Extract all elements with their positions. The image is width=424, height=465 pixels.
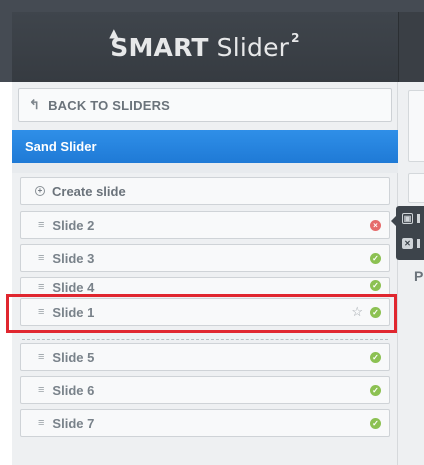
- published-check-icon[interactable]: ✓: [370, 385, 381, 396]
- slide-item[interactable]: ≡ Slide 7 ✓: [20, 409, 390, 437]
- slide-label: Slide 4: [52, 279, 95, 295]
- app-header: ▲ SMART Slider 2: [0, 0, 424, 82]
- slide-label: Slide 5: [52, 349, 95, 365]
- graduation-cap-icon: ▲: [109, 25, 119, 40]
- slide-actions-popup: ▣ ✕: [391, 206, 424, 260]
- drag-handle-icon[interactable]: ≡: [38, 281, 44, 293]
- slide-item[interactable]: ≡ Slide 3 ✓: [20, 244, 390, 272]
- back-to-sliders-label: BACK TO SLIDERS: [48, 97, 171, 113]
- slide-item[interactable]: ≡ Slide 2 ×: [20, 211, 390, 239]
- divider: [12, 163, 398, 173]
- highlight-box: [6, 294, 397, 333]
- editor-box-mid: [408, 173, 424, 203]
- published-check-icon[interactable]: ✓: [370, 280, 381, 291]
- published-check-icon[interactable]: ✓: [370, 253, 381, 264]
- drag-handle-icon[interactable]: ≡: [38, 417, 44, 429]
- drag-handle-icon[interactable]: ≡: [38, 252, 44, 264]
- smart-slider-logo: ▲ SMART Slider 2: [109, 25, 300, 62]
- logo-area: ▲ SMART Slider 2: [12, 12, 398, 82]
- panel-heading-fragment: P: [414, 268, 424, 284]
- slide-item[interactable]: ≡ Slide 6 ✓: [20, 376, 390, 404]
- slide-label: Slide 6: [52, 382, 95, 398]
- duplicate-icon[interactable]: ▣: [402, 213, 413, 224]
- published-check-icon[interactable]: ✓: [370, 352, 381, 363]
- editor-box-top: [408, 90, 424, 162]
- slide-label: Slide 3: [52, 250, 95, 266]
- create-slide-label: Create slide: [52, 183, 126, 199]
- drag-handle-icon[interactable]: ≡: [38, 351, 44, 363]
- slider-name[interactable]: Sand Slider: [12, 130, 398, 163]
- popup-label-fragment: [417, 239, 420, 248]
- plus-circle-icon: +: [35, 186, 45, 196]
- drag-handle-icon[interactable]: ≡: [38, 384, 44, 396]
- slide-label: Slide 2: [52, 217, 95, 233]
- slide-item[interactable]: ≡ Slide 5 ✓: [20, 343, 390, 371]
- unpublished-icon[interactable]: ×: [370, 220, 381, 231]
- reply-arrow-icon: ↰: [29, 97, 41, 112]
- slides-sidebar: ↰ BACK TO SLIDERS Sand Slider + Create s…: [12, 82, 398, 465]
- slide-label: Slide 7: [52, 415, 95, 431]
- header-right-area: [398, 12, 424, 82]
- drop-placeholder: [22, 339, 388, 340]
- back-to-sliders-button[interactable]: ↰ BACK TO SLIDERS: [18, 88, 392, 122]
- delete-icon[interactable]: ✕: [402, 238, 413, 249]
- published-check-icon[interactable]: ✓: [370, 418, 381, 429]
- popup-arrow: [391, 216, 396, 226]
- drag-handle-icon[interactable]: ≡: [38, 219, 44, 231]
- popup-label-fragment: [417, 214, 420, 223]
- create-slide-button[interactable]: + Create slide: [20, 177, 390, 205]
